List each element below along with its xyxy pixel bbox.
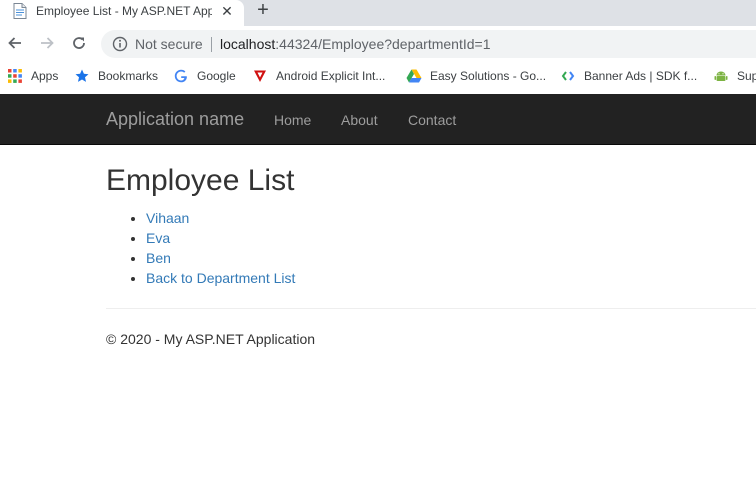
url-path: :44324/Employee?departmentId=1 (275, 36, 491, 52)
info-icon[interactable] (112, 36, 128, 52)
bookmark-sup[interactable]: Sup (713, 67, 756, 85)
tab-title: Employee List - My ASP.NET Application (36, 4, 212, 18)
bookmark-android-explicit[interactable]: Android Explicit Int... (252, 67, 385, 85)
back-button[interactable] (4, 32, 26, 54)
back-to-department-link[interactable]: Back to Department List (146, 270, 295, 286)
list-item: Back to Department List (146, 268, 295, 288)
page-icon (13, 3, 27, 19)
employee-link[interactable]: Ben (146, 250, 171, 266)
browser-toolbar: Not secure localhost:44324/Employee?depa… (0, 26, 756, 62)
omnibox-divider (211, 37, 212, 52)
bookmark-label: Sup (737, 69, 756, 83)
list-item: Ben (146, 248, 295, 268)
url-host: localhost (220, 36, 276, 52)
bookmarks-bar: Apps Bookmarks Google Android Explicit I… (0, 62, 756, 90)
bookmark-label: Android Explicit Int... (276, 69, 386, 83)
nav-about-link[interactable]: About (341, 111, 378, 129)
tab-strip: Employee List - My ASP.NET Application ✕… (0, 0, 756, 26)
list-item: Vihaan (146, 208, 295, 228)
google-icon (173, 68, 189, 84)
address-bar[interactable]: Not secure localhost:44324/Employee?depa… (101, 30, 756, 58)
triangle-icon (252, 68, 268, 84)
bookmark-label: Banner Ads | SDK f... (584, 69, 698, 83)
bookmark-apps[interactable]: Apps (7, 67, 58, 85)
drive-icon (406, 68, 422, 84)
reload-icon (73, 37, 85, 49)
employee-link[interactable]: Eva (146, 230, 170, 246)
ads-icon (560, 68, 576, 84)
back-arrow-icon (8, 37, 21, 49)
employee-list: Vihaan Eva Ben Back to Department List (106, 208, 295, 288)
bookmark-google[interactable]: Google (173, 67, 236, 85)
employee-link[interactable]: Vihaan (146, 210, 189, 226)
android-icon (713, 68, 729, 84)
forward-button[interactable] (36, 32, 58, 54)
forward-arrow-icon (41, 37, 54, 49)
brand-link[interactable]: Application name (106, 109, 244, 129)
bookmark-banner-ads[interactable]: Banner Ads | SDK f... (560, 67, 697, 85)
new-tab-button[interactable]: + (252, 0, 274, 22)
security-status[interactable]: Not secure (135, 34, 203, 54)
page-title: Employee List (106, 164, 295, 197)
bookmark-label: Easy Solutions - Go... (430, 69, 547, 83)
apps-grid-icon (7, 68, 23, 84)
nav-home-link[interactable]: Home (274, 111, 311, 129)
list-item: Eva (146, 228, 295, 248)
bookmark-easy-solutions[interactable]: Easy Solutions - Go... (406, 67, 546, 85)
bookmark-label: Bookmarks (98, 69, 159, 83)
url-text[interactable]: localhost:44324/Employee?departmentId=1 (220, 34, 490, 54)
reload-button[interactable] (68, 32, 90, 54)
divider (106, 308, 756, 309)
nav-contact-link[interactable]: Contact (408, 111, 456, 129)
bookmark-label: Apps (31, 69, 59, 83)
bookmark-label: Google (197, 69, 236, 83)
star-icon (74, 68, 90, 84)
bookmark-bookmarks[interactable]: Bookmarks (74, 67, 158, 85)
footer-text: © 2020 - My ASP.NET Application (106, 331, 316, 347)
site-navbar: Application name Home About Contact (0, 94, 756, 145)
browser-tab[interactable]: Employee List - My ASP.NET Application ✕ (0, 0, 244, 26)
close-tab-icon[interactable]: ✕ (218, 2, 236, 20)
